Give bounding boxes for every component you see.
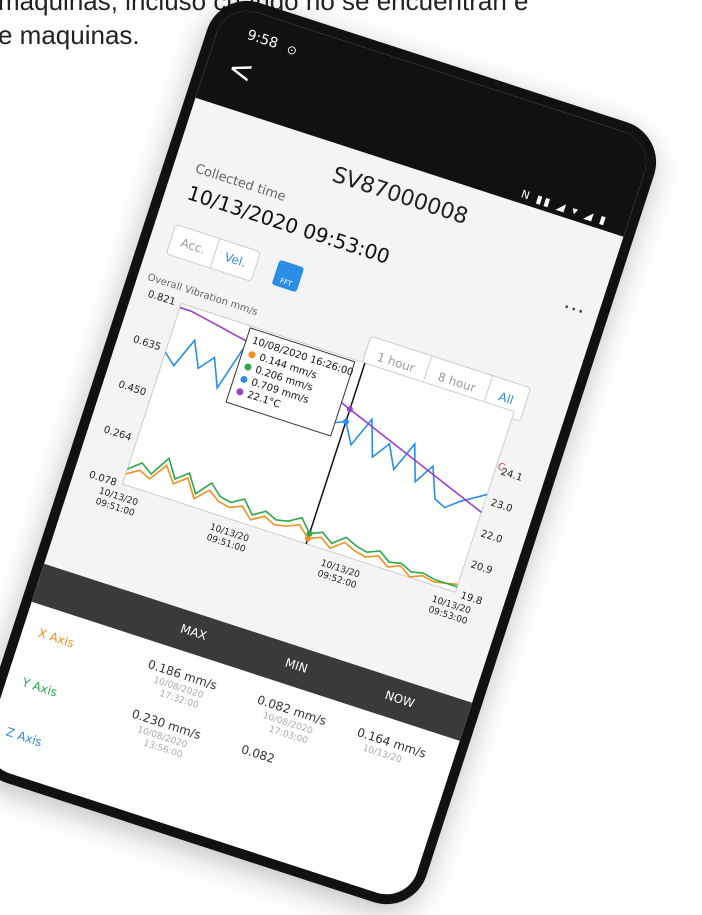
status-icons: N ▮▮ ◢ ▾ ◢ ▮ — [519, 187, 610, 228]
y-tick-label: 0.821 — [146, 289, 177, 308]
y2-tick-label: 23.0 — [489, 498, 514, 515]
more-options-icon[interactable]: ⋯ — [559, 294, 588, 325]
plot-area — [121, 302, 515, 593]
y-tick-label: 0.264 — [102, 424, 133, 443]
back-button[interactable]: < — [223, 50, 258, 91]
y2-tick-label: 24.1 — [499, 467, 524, 484]
y2-tick-label: 22.0 — [479, 528, 504, 545]
stats-header-max: MAX — [178, 621, 209, 644]
row-label: Y Axis — [20, 675, 59, 700]
status-location-icon: ⊙ — [285, 41, 299, 59]
y2-tick-label: 20.9 — [469, 559, 494, 576]
stats-header-min: MIN — [283, 655, 310, 676]
y-tick-label: 0.078 — [87, 470, 118, 489]
row-label: X Axis — [36, 625, 76, 651]
y-tick-label: 0.450 — [117, 379, 148, 398]
phone-frame: 9:58 ⊙ N ▮▮ ◢ ▾ ◢ ▮ < SV87000008 ⋯ Colle… — [0, 0, 667, 915]
min-value: 0.082 — [239, 742, 277, 767]
status-time: 9:58 — [245, 27, 280, 53]
y-tick-label: 0.635 — [131, 334, 162, 353]
row-label: Z Axis — [4, 724, 44, 750]
stats-header-now: NOW — [383, 687, 417, 711]
caption-line-2: e maquinas. — [0, 20, 140, 50]
phone-screen: 9:58 ⊙ N ▮▮ ◢ ▾ ◢ ▮ < SV87000008 ⋯ Colle… — [0, 2, 655, 903]
fft-icon[interactable]: FFT — [271, 259, 305, 293]
